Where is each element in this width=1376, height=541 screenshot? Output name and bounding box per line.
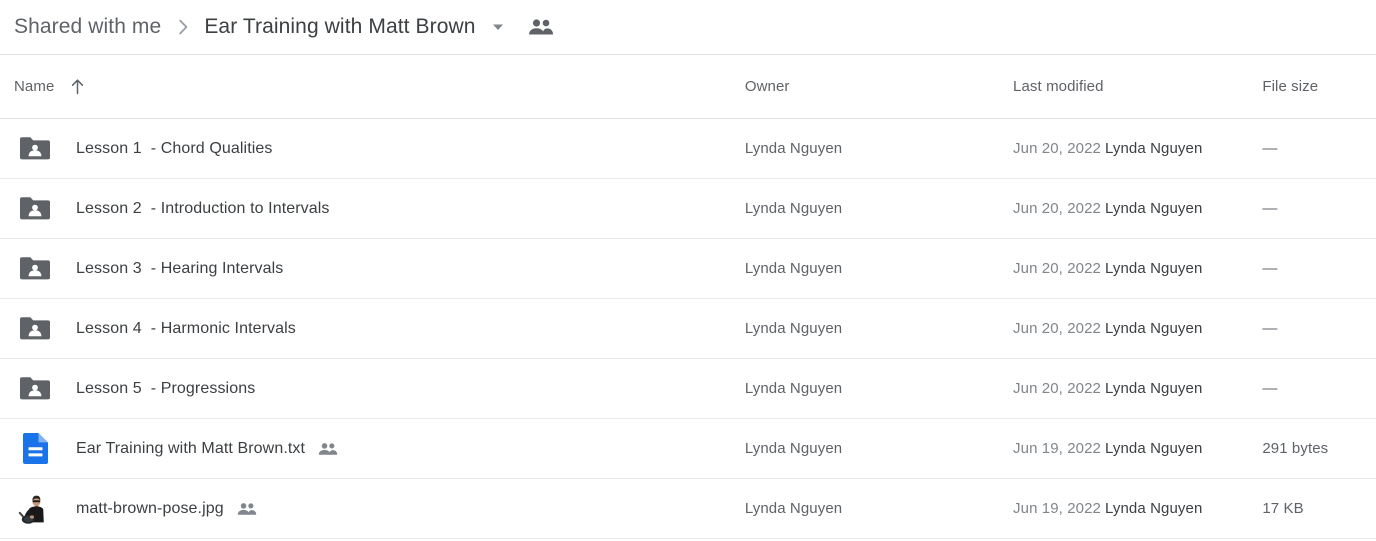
modified-date: Jun 20, 2022 bbox=[1013, 140, 1101, 157]
shared-folder-icon bbox=[14, 316, 56, 341]
cell-file-size: 17 KB bbox=[1262, 500, 1304, 517]
text-document-icon bbox=[14, 433, 56, 464]
item-name-text: - Harmonic Intervals bbox=[150, 319, 296, 337]
modified-date: Jun 20, 2022 bbox=[1013, 260, 1101, 277]
table-row[interactable]: Lesson 5- Progressions Lynda Nguyen Jun 20… bbox=[0, 359, 1376, 419]
cell-last-modified: Jun 19, 2022 Lynda Nguyen bbox=[1013, 500, 1262, 517]
cell-owner: Lynda Nguyen bbox=[744, 440, 843, 457]
cell-last-modified: Jun 19, 2022 Lynda Nguyen bbox=[1013, 440, 1262, 457]
chevron-down-icon[interactable] bbox=[490, 19, 506, 35]
column-header-last-modified[interactable]: Last modified bbox=[1013, 78, 1262, 95]
modified-by: Lynda Nguyen bbox=[1105, 440, 1203, 457]
item-name: Lesson 2 - Introduction to Intervals bbox=[76, 200, 330, 218]
file-list-table: Name Owner Last modified File size Lesso… bbox=[0, 55, 1376, 539]
item-name: matt-brown-pose.jpg bbox=[76, 500, 257, 518]
shared-folder-icon bbox=[14, 376, 56, 401]
item-name-text: matt-brown-pose.jpg bbox=[76, 499, 224, 517]
table-header-row: Name Owner Last modified File size bbox=[0, 55, 1376, 119]
cell-name[interactable]: Lesson 3 - Hearing Intervals bbox=[14, 256, 745, 281]
people-shared-icon[interactable] bbox=[528, 18, 554, 36]
cell-file-size: — bbox=[1262, 260, 1278, 277]
column-header-name-label: Name bbox=[14, 78, 55, 95]
item-name-text: - Chord Qualities bbox=[150, 139, 273, 157]
breadcrumb-item-shared-with-me[interactable]: Shared with me bbox=[14, 15, 161, 39]
cell-last-modified: Jun 20, 2022 Lynda Nguyen bbox=[1013, 380, 1262, 397]
item-name: Lesson 1 - Chord Qualities bbox=[76, 140, 273, 158]
modified-by: Lynda Nguyen bbox=[1105, 260, 1203, 277]
table-row[interactable]: Ear Training with Matt Brown.txt Lynda N… bbox=[0, 419, 1376, 479]
breadcrumb-separator-icon bbox=[177, 17, 190, 37]
cell-name[interactable]: Lesson 1 - Chord Qualities bbox=[14, 136, 745, 161]
breadcrumb-item-current-folder[interactable]: Ear Training with Matt Brown bbox=[204, 15, 475, 39]
shared-folder-icon bbox=[14, 136, 56, 161]
modified-by: Lynda Nguyen bbox=[1105, 320, 1203, 337]
cell-name[interactable]: Ear Training with Matt Brown.txt bbox=[14, 433, 745, 464]
table-row[interactable]: Lesson 3- Hearing Intervals Lynda Nguyen J… bbox=[0, 239, 1376, 299]
image-thumbnail bbox=[14, 491, 56, 526]
modified-date: Jun 20, 2022 bbox=[1013, 380, 1101, 397]
cell-name[interactable]: Lesson 5 - Progressions bbox=[14, 376, 745, 401]
cell-last-modified: Jun 20, 2022 Lynda Nguyen bbox=[1013, 260, 1262, 277]
item-name-lead: Lesson 4 bbox=[76, 319, 142, 337]
arrow-up-icon[interactable] bbox=[70, 78, 85, 95]
cell-owner: Lynda Nguyen bbox=[744, 500, 843, 517]
people-shared-icon bbox=[318, 442, 338, 456]
modified-date: Jun 20, 2022 bbox=[1013, 200, 1101, 217]
item-name: Lesson 4 - Harmonic Intervals bbox=[76, 320, 296, 338]
shared-folder-icon bbox=[14, 196, 56, 221]
modified-by: Lynda Nguyen bbox=[1105, 140, 1203, 157]
item-name-lead: Lesson 2 bbox=[76, 199, 142, 217]
item-name-lead: Lesson 1 bbox=[76, 139, 142, 157]
column-header-file-size[interactable]: File size bbox=[1262, 78, 1372, 95]
cell-owner: Lynda Nguyen bbox=[744, 140, 843, 157]
modified-by: Lynda Nguyen bbox=[1105, 380, 1203, 397]
cell-file-size: 291 bytes bbox=[1262, 440, 1329, 457]
table-row[interactable]: Lesson 2 - Introduction to Intervals Lynda… bbox=[0, 179, 1376, 239]
cell-name[interactable]: Lesson 2 - Introduction to Intervals bbox=[14, 196, 745, 221]
cell-owner: Lynda Nguyen bbox=[744, 380, 843, 397]
cell-last-modified: Jun 20, 2022 Lynda Nguyen bbox=[1013, 320, 1262, 337]
modified-date: Jun 19, 2022 bbox=[1013, 500, 1101, 517]
modified-by: Lynda Nguyen bbox=[1105, 200, 1203, 217]
table-row[interactable]: matt-brown-pose.jpg Lynda Nguyen Jun 19, … bbox=[0, 479, 1376, 539]
cell-last-modified: Jun 20, 2022 Lynda Nguyen bbox=[1013, 140, 1262, 157]
item-name: Lesson 5 - Progressions bbox=[76, 380, 255, 398]
table-row[interactable]: Lesson 1- Chord Qualities Lynda Nguyen Jun… bbox=[0, 119, 1376, 179]
item-name: Lesson 3 - Hearing Intervals bbox=[76, 260, 283, 278]
cell-name[interactable]: Lesson 4 - Harmonic Intervals bbox=[14, 316, 745, 341]
table-body: Lesson 1- Chord Qualities Lynda Nguyen Jun… bbox=[0, 119, 1376, 539]
cell-file-size: — bbox=[1262, 320, 1278, 337]
item-name-text: - Progressions bbox=[150, 379, 256, 397]
people-shared-icon bbox=[237, 502, 257, 516]
table-row[interactable]: Lesson 4 - Harmonic Intervals Lynda Nguyen… bbox=[0, 299, 1376, 359]
column-header-owner[interactable]: Owner bbox=[745, 78, 1013, 95]
modified-date: Jun 20, 2022 bbox=[1013, 320, 1101, 337]
item-name-text: - Introduction to Intervals bbox=[150, 199, 330, 217]
cell-owner: Lynda Nguyen bbox=[744, 200, 843, 217]
item-name-lead: Lesson 5 bbox=[76, 379, 142, 397]
column-header-name[interactable]: Name bbox=[14, 78, 745, 95]
item-name: Ear Training with Matt Brown.txt bbox=[76, 440, 338, 458]
cell-name[interactable]: matt-brown-pose.jpg bbox=[14, 491, 745, 526]
cell-file-size: — bbox=[1262, 200, 1278, 217]
cell-owner: Lynda Nguyen bbox=[744, 320, 843, 337]
modified-date: Jun 19, 2022 bbox=[1013, 440, 1101, 457]
cell-file-size: — bbox=[1262, 380, 1278, 397]
item-name-lead: Lesson 3 bbox=[76, 259, 142, 277]
item-name-text: Ear Training with Matt Brown.txt bbox=[76, 439, 306, 457]
cell-last-modified: Jun 20, 2022 Lynda Nguyen bbox=[1013, 200, 1262, 217]
cell-owner: Lynda Nguyen bbox=[744, 260, 843, 277]
breadcrumb-bar: Shared with me Ear Training with Matt Br… bbox=[0, 0, 1376, 55]
item-name-text: - Hearing Intervals bbox=[150, 259, 284, 277]
shared-folder-icon bbox=[14, 256, 56, 281]
modified-by: Lynda Nguyen bbox=[1105, 500, 1203, 517]
cell-file-size: — bbox=[1262, 140, 1278, 157]
